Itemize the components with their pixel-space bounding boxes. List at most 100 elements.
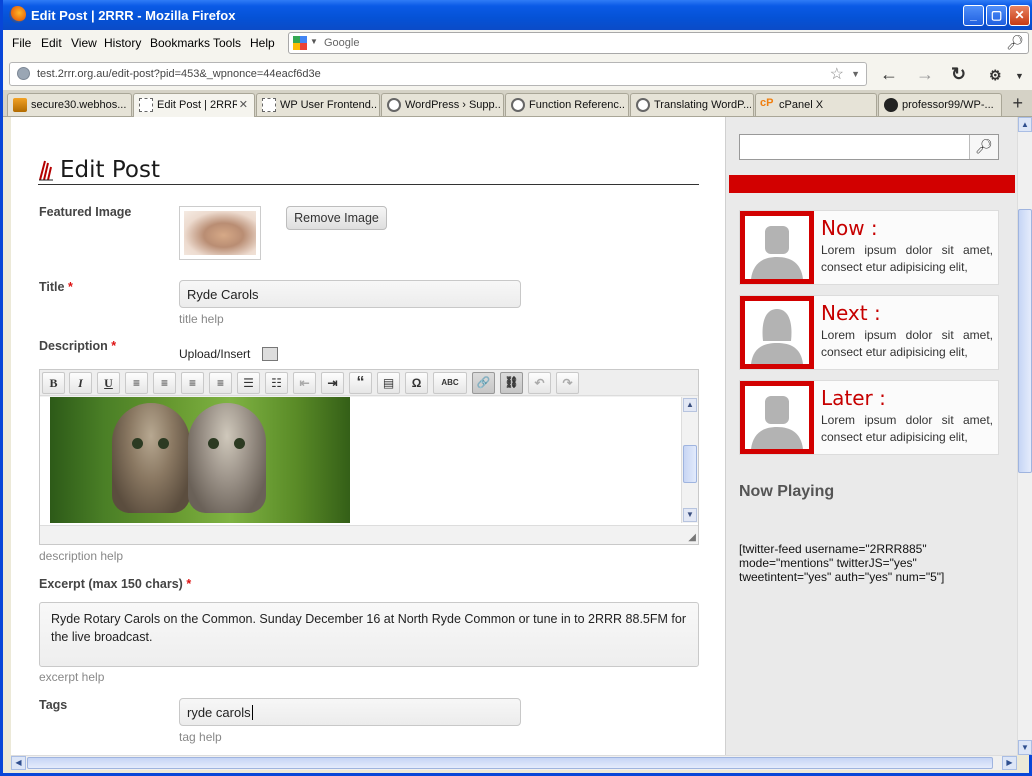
tab-translating-wordpress[interactable]: Translating WordP... [630,93,754,116]
italic-button[interactable]: I [69,372,92,394]
scroll-left-icon[interactable]: ◀ [11,756,26,770]
tab-label: WordPress › Supp... [405,99,501,111]
description-help: description help [39,549,124,563]
indent-button[interactable]: ⇥ [321,372,344,394]
scroll-down-icon[interactable]: ▼ [1018,740,1032,755]
forward-arrow-icon[interactable]: → [916,64,934,85]
menu-view[interactable]: View [71,36,97,50]
bullet-list-button[interactable]: ☰ [237,372,260,394]
tab-wordpress-support[interactable]: WordPress › Supp... [381,93,504,116]
unlink-button[interactable]: ⛓ [500,372,523,394]
avatar [740,211,814,284]
tab-edit-post[interactable]: Edit Post | 2RRR ✕ [133,93,255,117]
globe-icon [17,67,30,80]
page-horizontal-scrollbar[interactable]: ◀ ▶ [11,755,1017,770]
magnifier-icon[interactable]: 🔎︎ [1006,34,1024,51]
schedule-body: Lorem ipsum dolor sit amet, consect etur… [821,413,993,444]
addon-icon[interactable]: ⚙ [989,67,1002,84]
upload-insert-link[interactable]: Upload/Insert [179,347,250,361]
remove-image-button[interactable]: Remove Image [286,206,387,230]
align-justify-button[interactable]: ≡ [209,372,232,394]
description-editor: B I U ≡ ≡ ≡ ≡ ☰ ☷ ⇤ ⇥ “ ▤ Ω ABC 🔗 ⛓ ↶ ↷ … [39,369,699,545]
tab-cpanel[interactable]: cP cPanel X [755,93,877,116]
editor-scrollbar[interactable]: ▲ ▼ [681,397,698,523]
url-text[interactable]: test.2rrr.org.au/edit-post?pid=453&_wpno… [37,68,321,80]
male-avatar-icon [751,396,803,449]
wordpress-icon [511,98,525,112]
align-center-button[interactable]: ≡ [153,372,176,394]
scroll-thumb[interactable] [1018,209,1032,473]
spellcheck-button[interactable]: ABC [433,372,467,394]
scroll-thumb[interactable] [683,445,697,483]
bookmark-star-icon[interactable]: ☆ [830,64,844,84]
underline-button[interactable]: U [97,372,120,394]
new-tab-icon[interactable]: + [1012,93,1023,114]
schedule-card-now[interactable]: Now : Lorem ipsum dolor sit amet, consec… [739,210,999,285]
scroll-down-icon[interactable]: ▼ [683,508,697,522]
scroll-thumb[interactable] [27,757,993,769]
align-right-button[interactable]: ≡ [181,372,204,394]
chevron-down-icon[interactable]: ▼ [310,37,318,46]
page-vertical-scrollbar[interactable]: ▲ ▼ [1017,117,1032,755]
bold-button[interactable]: B [42,372,65,394]
title-label: Title * [39,280,73,294]
menu-history[interactable]: History [104,36,141,50]
blockquote-button[interactable]: “ [349,372,372,394]
undo-button[interactable]: ↶ [528,372,551,394]
menu-bookmarks[interactable]: Bookmarks [150,36,210,50]
excerpt-textarea[interactable]: Ryde Rotary Carols on the Common. Sunday… [39,602,699,667]
editor-content-area[interactable]: ▲ ▼ [40,397,698,525]
scroll-right-icon[interactable]: ▶ [1002,756,1017,770]
tags-input[interactable]: ryde carols [179,698,521,726]
menu-tools[interactable]: Tools [213,36,241,50]
addon-dropdown-icon[interactable]: ▼ [1015,71,1024,81]
insert-link-button[interactable]: 🔗 [472,372,495,394]
schedule-title: Next : [821,301,881,325]
resize-grip-icon[interactable]: ◢ [688,532,696,543]
horizontal-rule-button[interactable]: ▤ [377,372,400,394]
reload-icon[interactable]: ↻ [951,64,966,85]
back-arrow-icon[interactable]: ← [880,64,898,85]
redo-button[interactable]: ↷ [556,372,579,394]
outdent-button[interactable]: ⇤ [293,372,316,394]
kitten-eye [158,438,169,449]
align-left-button[interactable]: ≡ [125,372,148,394]
numbered-list-button[interactable]: ☷ [265,372,288,394]
title-input[interactable]: Ryde Carols [179,280,521,308]
schedule-card-later[interactable]: Later : Lorem ipsum dolor sit amet, cons… [739,380,999,455]
menu-help[interactable]: Help [250,36,275,50]
featured-image-picture [184,211,256,255]
tab-wp-user-frontend[interactable]: WP User Frontend... [256,93,380,116]
tab-function-reference[interactable]: Function Referenc... [505,93,629,116]
search-engine-box[interactable]: ▼ Google 🔎︎ [288,32,1029,54]
now-playing-heading: Now Playing [739,483,835,500]
scroll-up-icon[interactable]: ▲ [1018,117,1032,132]
maximize-button[interactable]: ▢ [986,5,1007,26]
schedule-body: Lorem ipsum dolor sit amet, consect etur… [821,243,993,274]
special-character-button[interactable]: Ω [405,372,428,394]
url-dropdown-icon[interactable]: ▼ [851,69,860,79]
tab-github[interactable]: professor99/WP-... [878,93,1002,116]
close-window-button[interactable]: ✕ [1009,5,1030,26]
cpanel-icon: cP [760,97,774,109]
text-cursor [251,705,253,720]
menu-edit[interactable]: Edit [41,36,62,50]
editor-toolbar: B I U ≡ ≡ ≡ ≡ ☰ ☷ ⇤ ⇥ “ ▤ Ω ABC 🔗 ⛓ ↶ ↷ [40,370,698,396]
editor-status-bar: ◢ [40,525,698,544]
menu-file[interactable]: File [12,36,31,50]
featured-image-thumbnail [179,206,261,260]
tab-phpmyadmin[interactable]: secure30.webhos... [7,93,132,116]
firefox-icon [9,6,26,23]
kitten-right [188,403,266,513]
search-icon[interactable]: 🔎︎ [969,135,998,159]
google-icon[interactable] [293,36,307,50]
minimize-button[interactable]: _ [963,5,984,26]
phpmyadmin-icon [13,98,27,112]
schedule-card-next[interactable]: Next : Lorem ipsum dolor sit amet, conse… [739,295,999,370]
sidebar-search-input[interactable]: 🔎︎ [739,134,999,160]
address-bar[interactable]: test.2rrr.org.au/edit-post?pid=453&_wpno… [9,62,867,86]
close-tab-icon[interactable]: ✕ [239,98,248,111]
female-avatar-icon [751,309,803,364]
add-media-icon[interactable] [262,347,278,361]
scroll-up-icon[interactable]: ▲ [683,398,697,412]
